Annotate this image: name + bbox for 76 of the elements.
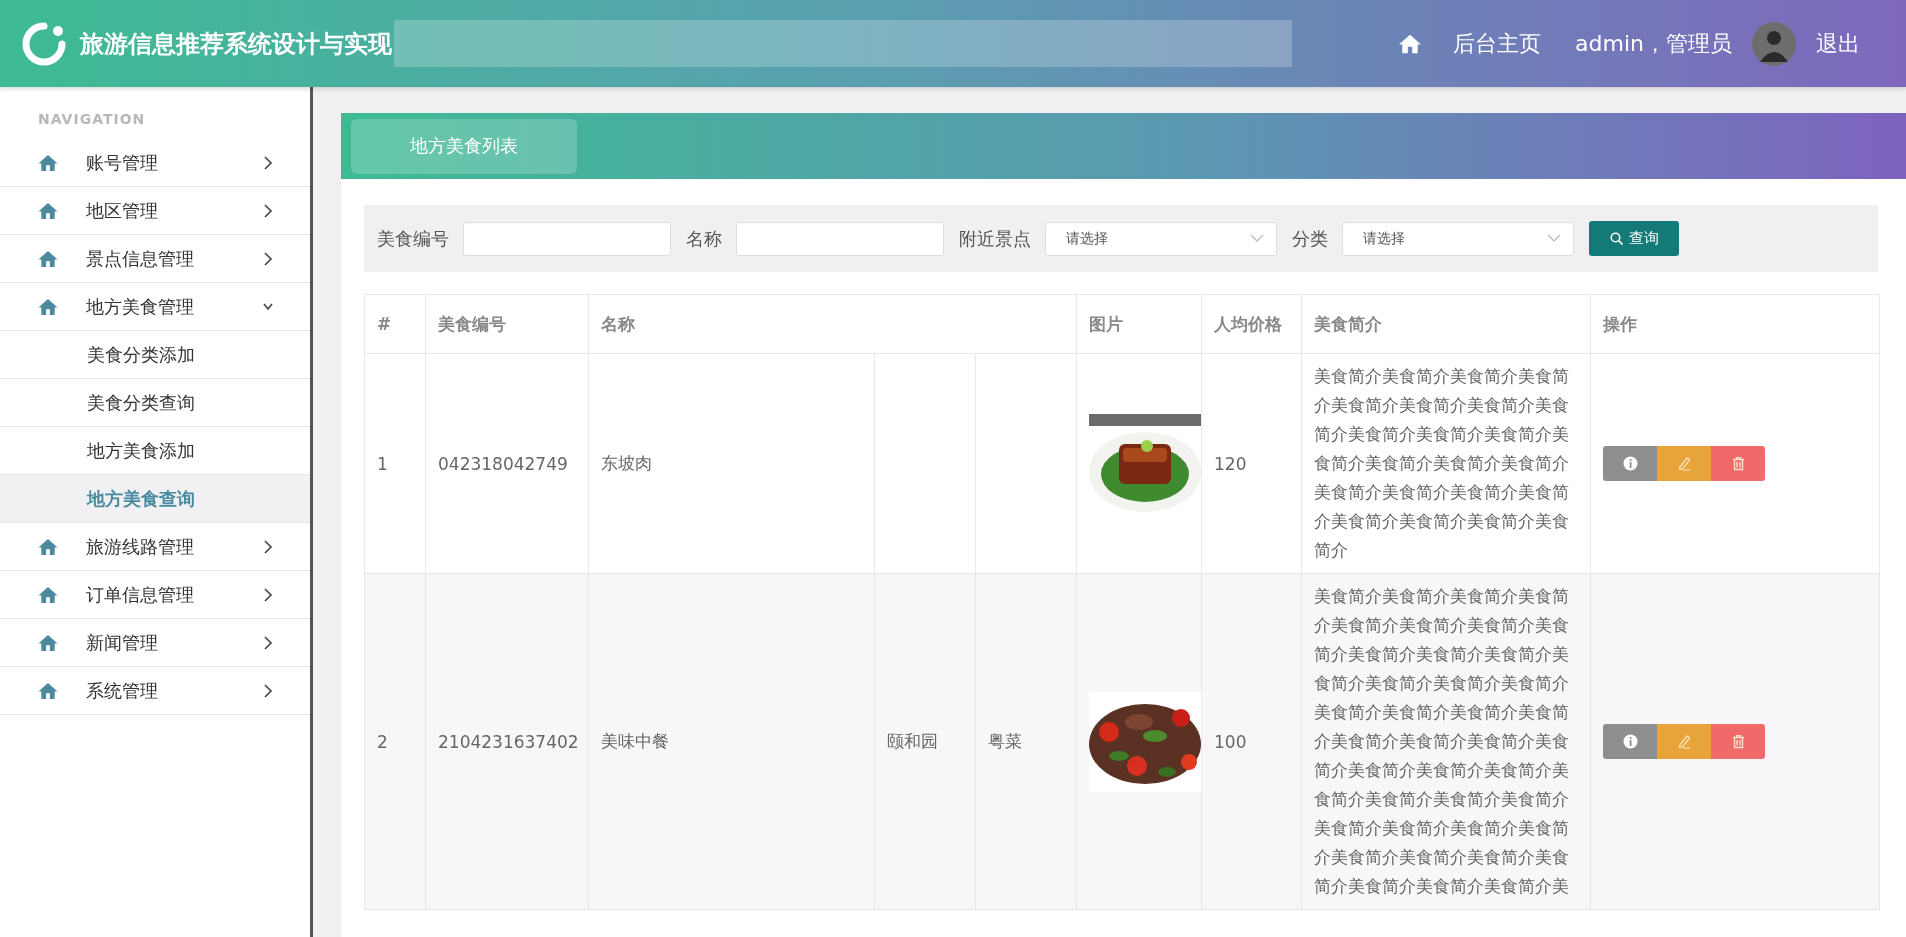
info-icon [1622,456,1638,471]
home-icon [38,537,58,556]
filter-label: 美食编号 [377,226,449,251]
edit-button[interactable] [1657,446,1712,481]
filter-label: 附近景点 [959,226,1031,251]
chevron-icon [262,154,274,171]
logout-link[interactable]: 退出 [1816,28,1860,59]
sidebar-item[interactable]: 订单信息管理 [0,571,310,619]
table-cell: 042318042749 [425,353,589,574]
sidebar-item[interactable]: 账号管理 [0,139,310,187]
search-icon [1609,232,1623,245]
sidebar-item[interactable]: 系统管理 [0,667,310,715]
home-icon [38,153,58,172]
edit-button[interactable] [1657,724,1712,759]
column-header: 美食编号 [425,294,589,354]
table-cell: 120 [1201,353,1302,574]
pencil-icon [1676,456,1692,471]
select-field[interactable]: 请选择 [1342,221,1574,256]
chevron-icon [262,202,274,219]
table-cell: 美味中餐 [588,573,875,910]
home-link[interactable]: 后台主页 [1453,28,1542,59]
table-cell: 东坡肉 [588,353,875,574]
home-icon [38,633,58,652]
home-icon [38,297,58,316]
table-cell: 颐和园 [874,573,976,910]
nav-heading: NAVIGATION [37,110,147,129]
chevron-icon [262,634,274,651]
delete-button[interactable] [1711,724,1766,759]
table-cell: 100 [1201,573,1302,910]
sidebar-item[interactable]: 新闻管理 [0,619,310,667]
column-header: 名称 [588,294,1077,354]
home-icon[interactable] [1399,32,1422,55]
description-text: 美食简介美食简介美食简介美食简介美食简介美食简介美食简介美食简介美食简介美食简介美食简介美食简介美食简介美食简介美食简介美食简介美食简介美食简介美食简介美食简介美食简介美食简介美食简介美食简介美食简介美食简介美食简介美食简介美食简介美食简介美食简介美食简介美食简介美食简介美食简介美食简介美食简介美食简介美食简介美食简介美食简介美 [1314,585,1571,898]
sidebar-item[interactable]: 景点信息管理 [0,235,310,283]
home-icon [38,201,58,220]
column-header: 人均价格 [1201,294,1302,354]
filter-label: 分类 [1292,226,1328,251]
sidebar-item[interactable]: 地方美食管理 [0,283,310,331]
info-button[interactable] [1603,446,1658,481]
info-button[interactable] [1603,724,1658,759]
column-header: 图片 [1076,294,1202,354]
app-title: 旅游信息推荐系统设计与实现 [80,28,392,60]
logo-icon [22,21,66,66]
search-button[interactable]: 查询 [1589,221,1679,256]
chevron-icon [262,682,274,699]
description-text: 美食简介美食简介美食简介美食简介美食简介美食简介美食简介美食简介美食简介美食简介美食简介美食简介美食简介美食简介美食简介美食简介美食简介美食简介美食简介美食简介美食简介美食简介美食简介 [1314,365,1571,562]
filter-label: 名称 [686,226,722,251]
chevron-icon [262,250,274,267]
sidebar-item[interactable]: 地区管理 [0,187,310,235]
info-icon [1622,734,1638,749]
table-cell: 2104231637402 [425,573,589,910]
trash-icon [1730,734,1746,749]
chevron-icon [262,538,274,555]
text-field[interactable] [463,221,671,256]
avatar-icon[interactable] [1752,21,1796,66]
chevron-icon [1250,234,1264,243]
home-icon [38,681,58,700]
select-field[interactable]: 请选择 [1045,221,1277,256]
column-header: # [364,294,426,354]
table-cell: 1 [364,353,426,574]
submenu-item[interactable]: 美食分类添加 [0,331,310,379]
table-cell: 粤菜 [975,573,1077,910]
home-icon [38,249,58,268]
pencil-icon [1676,734,1692,749]
chevron-icon [1547,234,1561,243]
text-field[interactable] [736,221,944,256]
column-header: 操作 [1590,294,1880,354]
home-icon [38,585,58,604]
submenu-item[interactable]: 美食分类查询 [0,379,310,427]
column-header: 美食简介 [1301,294,1591,354]
chevron-icon [262,586,274,603]
user-name: admin，管理员 [1575,29,1732,58]
trash-icon [1730,456,1746,471]
delete-button[interactable] [1711,446,1766,481]
sidebar-item[interactable]: 旅游线路管理 [0,523,310,571]
table-cell: 2 [364,573,426,910]
